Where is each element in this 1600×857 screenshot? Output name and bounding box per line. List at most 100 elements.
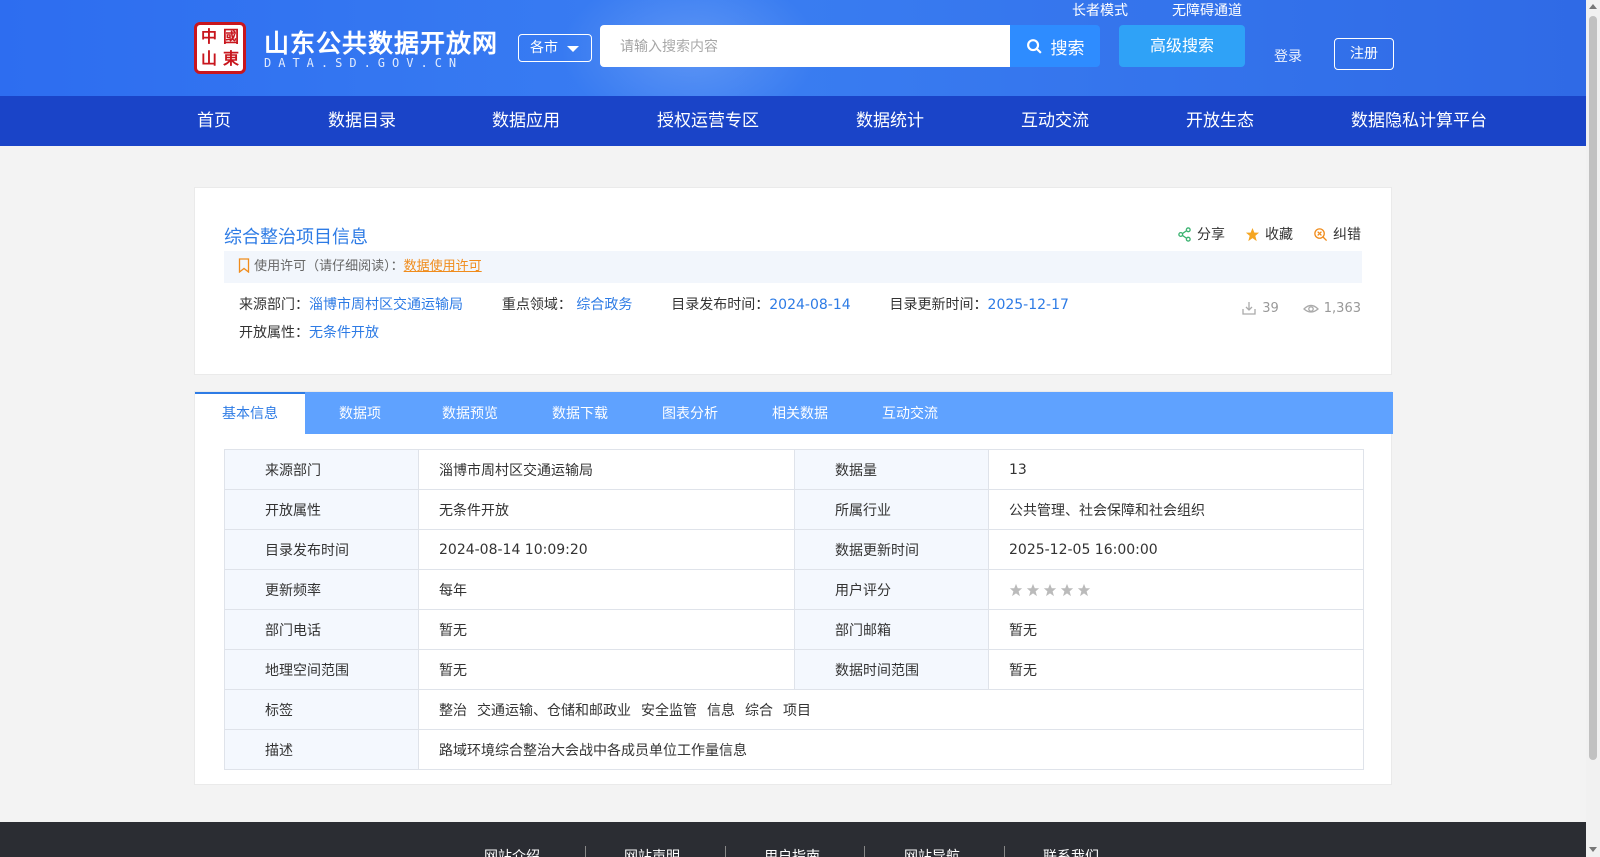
update-date-value: 2025-12-17 [987,297,1069,313]
footer-divider [864,846,865,857]
publish-date-label: 目录发布时间： [671,297,770,313]
tag[interactable]: 综合 [745,703,773,719]
table-row: 标签 整治 交通运输、仓储和邮政业 安全监管 信息 综合 项目 [224,689,1364,730]
nav-item-authorized-ops[interactable]: 授权运营专区 [657,96,759,146]
eye-icon [1302,304,1319,313]
source-dept-label: 来源部门： [239,297,309,313]
site-logo-seal[interactable]: 中 國 山 東 [194,22,246,74]
footer-divider [585,846,586,857]
footer-link-statement[interactable]: 网站声明 [624,846,680,857]
footer-link-sitemap[interactable]: 网站导航 [904,846,960,857]
favorite-label: 收藏 [1265,227,1293,243]
field-value: 2025-12-05 16:00:00 [988,529,1364,570]
star-icon[interactable] [1043,583,1057,597]
tag[interactable]: 项目 [783,703,811,719]
elder-mode-link[interactable]: 长者模式 [1072,0,1128,20]
field-value: 2024-08-14 10:09:20 [418,529,795,570]
tab-data-items[interactable]: 数据项 [305,392,415,434]
user-rating[interactable] [988,569,1364,610]
accessibility-link[interactable]: 无障碍通道 [1172,0,1242,20]
footer-link-guide[interactable]: 用户指南 [764,846,820,857]
star-icon[interactable] [1026,583,1040,597]
favorite-button[interactable]: 收藏 [1245,224,1293,244]
nav-item-catalog[interactable]: 数据目录 [328,96,396,146]
login-link[interactable]: 登录 [1274,46,1302,66]
download-count-value: 39 [1262,300,1279,316]
site-domain: DATA.SD.GOV.CN [264,56,464,70]
footer-link-about[interactable]: 网站介绍 [484,846,540,857]
meta-row-2: 开放属性：无条件开放 [239,322,379,342]
license-label: 使用许可（请仔细阅读）： [254,259,404,274]
city-select[interactable]: 各市 [518,34,592,62]
footer-divider [1004,846,1005,857]
site-title[interactable]: 山东公共数据开放网 [264,24,498,60]
register-button[interactable]: 注册 [1334,38,1394,70]
search-icon [1026,38,1042,54]
tag[interactable]: 交通运输、仓储和邮政业 [477,703,631,719]
star-icon[interactable] [1060,583,1074,597]
star-icon[interactable] [1009,583,1023,597]
page-scrollbar[interactable] [1586,0,1600,857]
report-error-button[interactable]: 纠错 [1313,224,1361,244]
tab-basic-info[interactable]: 基本信息 [195,392,305,434]
scroll-down-arrow-icon[interactable] [1589,847,1597,852]
publish-date-value: 2024-08-14 [769,297,851,313]
field-label: 目录发布时间 [224,529,419,570]
tag[interactable]: 信息 [707,703,735,719]
star-icon [1245,227,1260,241]
field-value: 淄博市周村区交通运输局 [418,449,795,490]
field-value: 13 [988,449,1364,490]
tab-interaction[interactable]: 互动交流 [855,392,965,434]
tab-data-preview[interactable]: 数据预览 [415,392,525,434]
field-value: 每年 [418,569,795,610]
license-link[interactable]: 数据使用许可 [404,259,482,274]
city-select-value: 各市 [530,40,558,56]
tags-cell: 整治 交通运输、仓储和邮政业 安全监管 信息 综合 项目 [418,689,1364,730]
search-button[interactable]: 搜索 [1010,25,1100,67]
basic-info-table: 来源部门 淄博市周村区交通运输局 数据量 13 开放属性 无条件开放 所属行业 … [224,449,1364,770]
star-icon[interactable] [1077,583,1091,597]
rating-stars[interactable] [1009,583,1091,597]
tab-chart-analysis[interactable]: 图表分析 [635,392,745,434]
field-label: 开放属性 [224,489,419,530]
field-value: 无条件开放 [418,489,795,530]
nav-item-privacy-computing[interactable]: 数据隐私计算平台 [1351,96,1487,146]
download-icon [1242,302,1256,315]
nav-item-statistics[interactable]: 数据统计 [856,96,924,146]
field-value: 暂无 [988,609,1364,650]
advanced-search-button[interactable]: 高级搜索 [1119,25,1245,67]
table-row: 目录发布时间 2024-08-14 10:09:20 数据更新时间 2025-1… [224,529,1364,570]
tab-related-data[interactable]: 相关数据 [745,392,855,434]
field-label: 标签 [224,689,419,730]
tag[interactable]: 安全监管 [641,703,697,719]
share-button[interactable]: 分享 [1177,224,1225,244]
dataset-actions: 分享 收藏 纠错 [1177,224,1361,244]
site-header: 中 國 山 東 山东公共数据开放网 DATA.SD.GOV.CN 各市 搜索 高… [0,0,1586,96]
scrollbar-thumb[interactable] [1589,16,1597,760]
search-input[interactable] [600,25,1011,67]
detail-tabs: 基本信息 数据项 数据预览 数据下载 图表分析 相关数据 互动交流 [195,392,1393,434]
table-row: 描述 路域环境综合整治大会战中各成员单位工作量信息 [224,729,1364,770]
chevron-down-icon [567,46,579,52]
tab-data-download[interactable]: 数据下载 [525,392,635,434]
table-row: 更新频率 每年 用户评分 [224,569,1364,610]
table-row: 地理空间范围 暂无 数据时间范围 暂无 [224,649,1364,690]
tag[interactable]: 整治 [439,703,467,719]
field-label: 数据更新时间 [794,529,989,570]
logo-seal-char: 山 [200,49,217,68]
nav-item-interaction[interactable]: 互动交流 [1021,96,1089,146]
nav-item-home[interactable]: 首页 [197,96,231,146]
magnifier-error-icon [1314,227,1328,241]
nav-item-apps[interactable]: 数据应用 [492,96,560,146]
field-label: 所属行业 [794,489,989,530]
nav-item-ecosystem[interactable]: 开放生态 [1186,96,1254,146]
scroll-up-arrow-icon[interactable] [1589,4,1597,9]
logo-seal-char: 中 [200,27,217,46]
source-dept-value[interactable]: 淄博市周村区交通运输局 [309,297,463,313]
table-row: 部门电话 暂无 部门邮箱 暂无 [224,609,1364,650]
focus-area-value[interactable]: 综合政务 [576,297,632,313]
footer-link-contact[interactable]: 联系我们 [1043,846,1099,857]
search-button-label: 搜索 [1050,38,1085,59]
table-row: 开放属性 无条件开放 所属行业 公共管理、社会保障和社会组织 [224,489,1364,530]
open-attr-value[interactable]: 无条件开放 [309,325,379,341]
